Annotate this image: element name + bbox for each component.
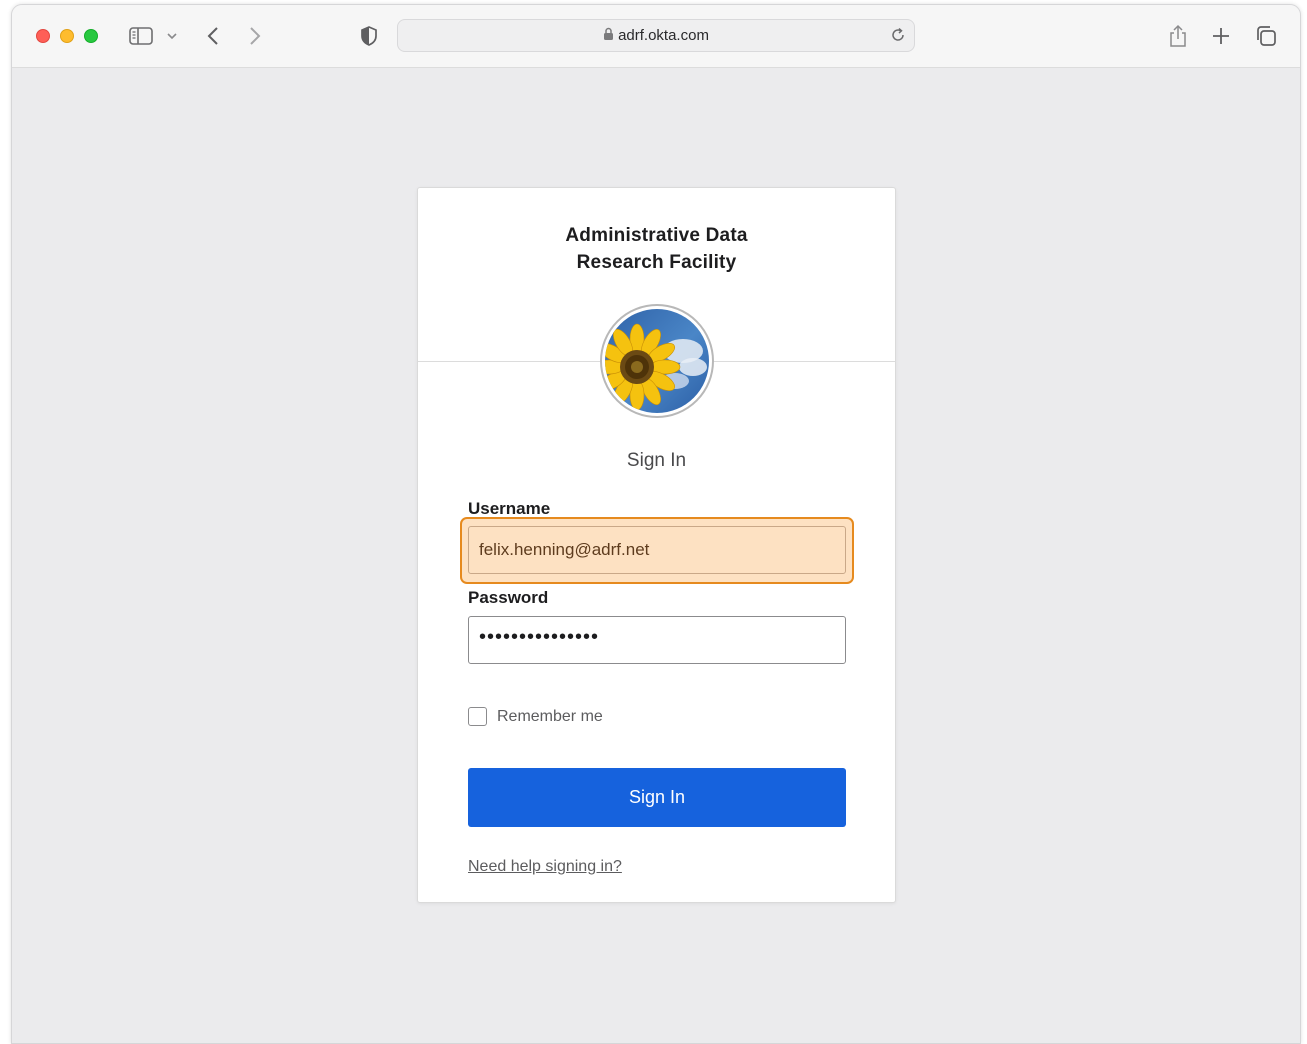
tabs-overview-icon[interactable] bbox=[1254, 24, 1278, 48]
org-title-line-2: Research Facility bbox=[576, 252, 737, 273]
url-text: adrf.okta.com bbox=[618, 27, 709, 44]
sign-in-button[interactable]: Sign In bbox=[468, 768, 846, 827]
sunflower-logo-icon bbox=[600, 304, 714, 418]
back-icon[interactable] bbox=[202, 24, 224, 48]
password-input[interactable]: ••••••••••••••• bbox=[468, 616, 846, 664]
browser-toolbar: adrf.okta.com bbox=[12, 5, 1300, 68]
remember-me-checkbox[interactable] bbox=[468, 707, 487, 726]
address-bar[interactable]: adrf.okta.com bbox=[397, 19, 915, 52]
new-tab-icon[interactable] bbox=[1210, 24, 1232, 48]
reload-icon[interactable] bbox=[890, 27, 906, 48]
chevron-down-icon[interactable] bbox=[162, 29, 182, 43]
remember-me-label[interactable]: Remember me bbox=[497, 708, 603, 726]
login-card: Administrative Data Research Facility Si… bbox=[417, 187, 896, 903]
sidebar-icon[interactable] bbox=[128, 25, 154, 47]
zoom-window-button[interactable] bbox=[84, 29, 98, 43]
password-label: Password bbox=[468, 588, 549, 607]
sign-in-heading: Sign In bbox=[626, 450, 687, 471]
lock-icon bbox=[603, 27, 614, 45]
close-window-button[interactable] bbox=[36, 29, 50, 43]
minimize-window-button[interactable] bbox=[60, 29, 74, 43]
page-content: Administrative Data Research Facility Si… bbox=[12, 68, 1300, 1043]
share-icon[interactable] bbox=[1166, 22, 1190, 50]
help-signing-in-link[interactable]: Need help signing in? bbox=[468, 858, 622, 876]
forward-icon[interactable] bbox=[244, 24, 266, 48]
username-label: Username bbox=[468, 499, 551, 518]
remember-me-row[interactable]: Remember me bbox=[468, 707, 603, 726]
shield-icon[interactable] bbox=[358, 24, 380, 48]
org-title-line-1: Administrative Data bbox=[565, 225, 748, 246]
org-title: Administrative Data Research Facility bbox=[418, 222, 895, 276]
username-input[interactable]: felix.henning@adrf.net bbox=[468, 526, 846, 574]
browser-window: adrf.okta.com Administrative Data Resear… bbox=[11, 4, 1301, 1044]
